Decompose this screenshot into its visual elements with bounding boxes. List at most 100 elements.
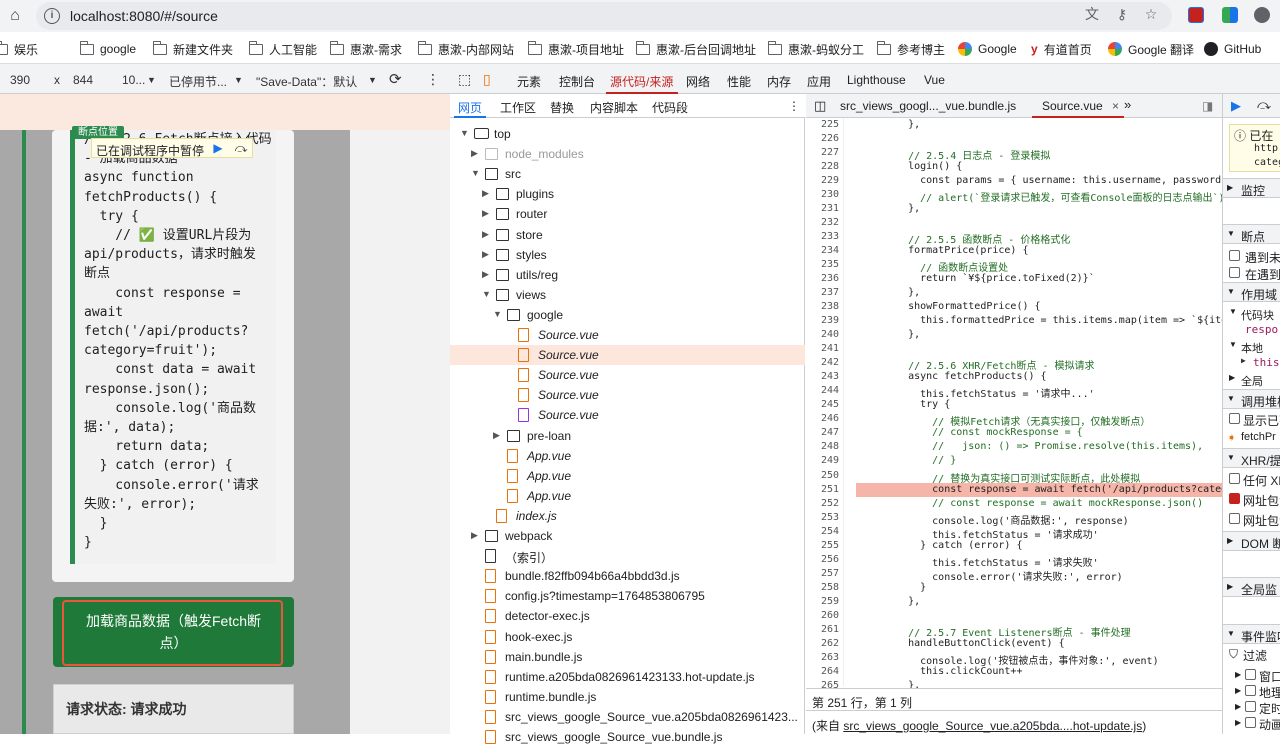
line-number[interactable]: 246 — [821, 413, 839, 424]
line-number[interactable]: 243 — [821, 371, 839, 382]
url-text[interactable]: localhost:8080/#/source — [70, 8, 218, 24]
bookmark-item[interactable]: 惠漱-需求 — [329, 40, 402, 58]
tree-file[interactable]: （索引） — [450, 546, 805, 566]
inspect-icon[interactable]: ⬚ — [458, 71, 471, 88]
bookmark-item[interactable]: 惠漱-内部网站 — [417, 40, 514, 58]
chevron-down-icon[interactable]: ▼ — [482, 289, 492, 299]
line-number[interactable]: 245 — [821, 399, 839, 410]
tree-file[interactable]: Source.vue — [450, 365, 805, 385]
bookmark-youdao[interactable]: y 有道首页 — [1031, 40, 1092, 58]
tab-performance[interactable]: 性能 — [727, 73, 751, 90]
chevron-down-icon[interactable]: ▼ — [471, 168, 481, 178]
step-over-icon[interactable]: ⤼ — [1257, 97, 1271, 113]
chevron-right-icon[interactable]: ▶ — [493, 430, 503, 441]
tab-application[interactable]: 应用 — [807, 73, 831, 90]
tree-file[interactable]: runtime.bundle.js — [450, 687, 805, 707]
checkbox[interactable] — [1229, 413, 1240, 424]
toggle-navigator-icon[interactable]: ◫ — [814, 98, 826, 114]
section-xhr[interactable]: ▼ XHR/提 — [1223, 448, 1280, 468]
bookmark-item[interactable]: 娱乐 — [0, 40, 38, 58]
tree-folder[interactable]: ▶ node_modules — [450, 144, 805, 164]
section-dom[interactable]: ▶DOM 断 — [1223, 531, 1280, 551]
line-number[interactable]: 259 — [821, 596, 839, 607]
tree-file[interactable]: hook-exec.js — [450, 627, 805, 647]
checkbox[interactable] — [1245, 669, 1256, 680]
tab-elements[interactable]: 元素 — [517, 73, 541, 90]
line-number[interactable]: 238 — [821, 301, 839, 312]
tree-folder[interactable]: ▼ views — [450, 285, 805, 305]
tree-folder[interactable]: ▼ google — [450, 305, 805, 325]
omnibox[interactable]: i localhost:8080/#/source — [36, 2, 1172, 30]
line-number[interactable]: 263 — [821, 652, 839, 663]
info-icon[interactable]: i — [44, 8, 60, 24]
line-number[interactable]: 235 — [821, 259, 839, 270]
tab-sources[interactable]: 源代码/来源 — [610, 73, 673, 90]
line-number[interactable]: 255 — [821, 540, 839, 551]
resume-icon[interactable]: ▶︎ — [210, 141, 226, 156]
line-number[interactable]: 252 — [821, 498, 839, 509]
line-number[interactable]: 228 — [821, 161, 839, 172]
chevron-right-icon[interactable]: ▶ — [471, 148, 481, 159]
line-number[interactable]: 262 — [821, 638, 839, 649]
line-number[interactable]: 242 — [821, 357, 839, 368]
checkbox[interactable] — [1245, 717, 1256, 728]
extension-grid-icon[interactable] — [1222, 7, 1238, 23]
extension-fe-icon[interactable] — [1188, 7, 1204, 23]
bookmark-item[interactable]: google — [79, 40, 136, 58]
width-input[interactable]: 390 — [10, 73, 30, 87]
section-callstack[interactable]: ▼调用堆栈 — [1223, 389, 1280, 409]
tree-folder[interactable]: ▶ pre-loan — [450, 426, 805, 446]
editor-tab-source[interactable]: Source.vue — [1042, 99, 1103, 113]
tab-workspace[interactable]: 工作区 — [500, 99, 536, 116]
section-event-listeners[interactable]: ▼事件监听 — [1223, 624, 1280, 644]
checkbox[interactable] — [1229, 513, 1240, 524]
chevron-down-icon[interactable]: ▼ — [460, 128, 470, 138]
chevron-down-icon[interactable]: ▼ — [234, 75, 243, 85]
close-icon[interactable]: × — [1112, 99, 1119, 113]
tab-network[interactable]: 网络 — [686, 73, 710, 90]
line-number[interactable]: 251 — [821, 484, 839, 495]
line-number[interactable]: 261 — [821, 624, 839, 635]
tree-folder[interactable]: ▶ store — [450, 225, 805, 245]
bookmark-github[interactable]: GitHub — [1204, 40, 1261, 58]
tree-file[interactable]: src_views_google_Source_vue.bundle.js — [450, 727, 805, 747]
checkbox[interactable] — [1229, 267, 1240, 278]
line-number[interactable]: 230 — [821, 189, 839, 200]
star-icon[interactable]: ☆ — [1143, 6, 1159, 22]
bookmark-item[interactable]: 参考博主 — [876, 40, 945, 58]
section-scope[interactable]: ▼ 作用域 — [1223, 282, 1280, 302]
bookmark-item[interactable]: 惠漱-项目地址 — [527, 40, 624, 58]
bookmark-item[interactable]: 惠漱-后台回调地址 — [635, 40, 756, 58]
line-number[interactable]: 248 — [821, 441, 839, 452]
editor-tab-bundle[interactable]: src_views_googl..._vue.bundle.js — [840, 99, 1016, 113]
line-number[interactable]: 237 — [821, 287, 839, 298]
rotate-icon[interactable]: ⟳ — [389, 70, 402, 88]
tree-file[interactable]: index.js — [450, 506, 805, 526]
checkbox[interactable] — [1245, 685, 1256, 696]
checkbox[interactable] — [1229, 250, 1240, 261]
line-number[interactable]: 258 — [821, 582, 839, 593]
line-number[interactable]: 233 — [821, 231, 839, 242]
tree-file[interactable]: Source.vue — [450, 325, 805, 345]
tab-snippets[interactable]: 代码段 — [652, 99, 688, 116]
chevron-right-icon[interactable]: ▶ — [471, 530, 481, 541]
tab-lighthouse[interactable]: Lighthouse — [847, 73, 906, 87]
chevron-right-icon[interactable]: ▶ — [482, 269, 492, 280]
tree-file[interactable]: src_views_google_Source_vue.a205bda08269… — [450, 707, 805, 727]
line-number[interactable]: 241 — [821, 343, 839, 354]
line-number[interactable]: 256 — [821, 554, 839, 565]
bookmark-item[interactable]: 新建文件夹 — [152, 40, 233, 58]
chevron-right-icon[interactable]: ▶ — [482, 208, 492, 219]
tree-file[interactable]: config.js?timestamp=1764853806795 — [450, 586, 805, 606]
checkbox-checked[interactable] — [1229, 493, 1240, 504]
save-data-select[interactable]: "Save-Data"：默认 — [256, 73, 357, 90]
line-number[interactable]: 231 — [821, 203, 839, 214]
tree-file[interactable]: Source.vue — [450, 405, 805, 425]
zoom-select[interactable]: 10... — [122, 73, 145, 87]
translate-icon[interactable]: 文 — [1084, 6, 1100, 22]
tree-file[interactable]: Source.vue — [450, 345, 805, 366]
key-icon[interactable]: ⚷ — [1114, 6, 1130, 22]
line-number[interactable]: 249 — [821, 455, 839, 466]
more-icon[interactable]: ⋮ — [788, 99, 800, 113]
line-number[interactable]: 225 — [821, 119, 839, 130]
